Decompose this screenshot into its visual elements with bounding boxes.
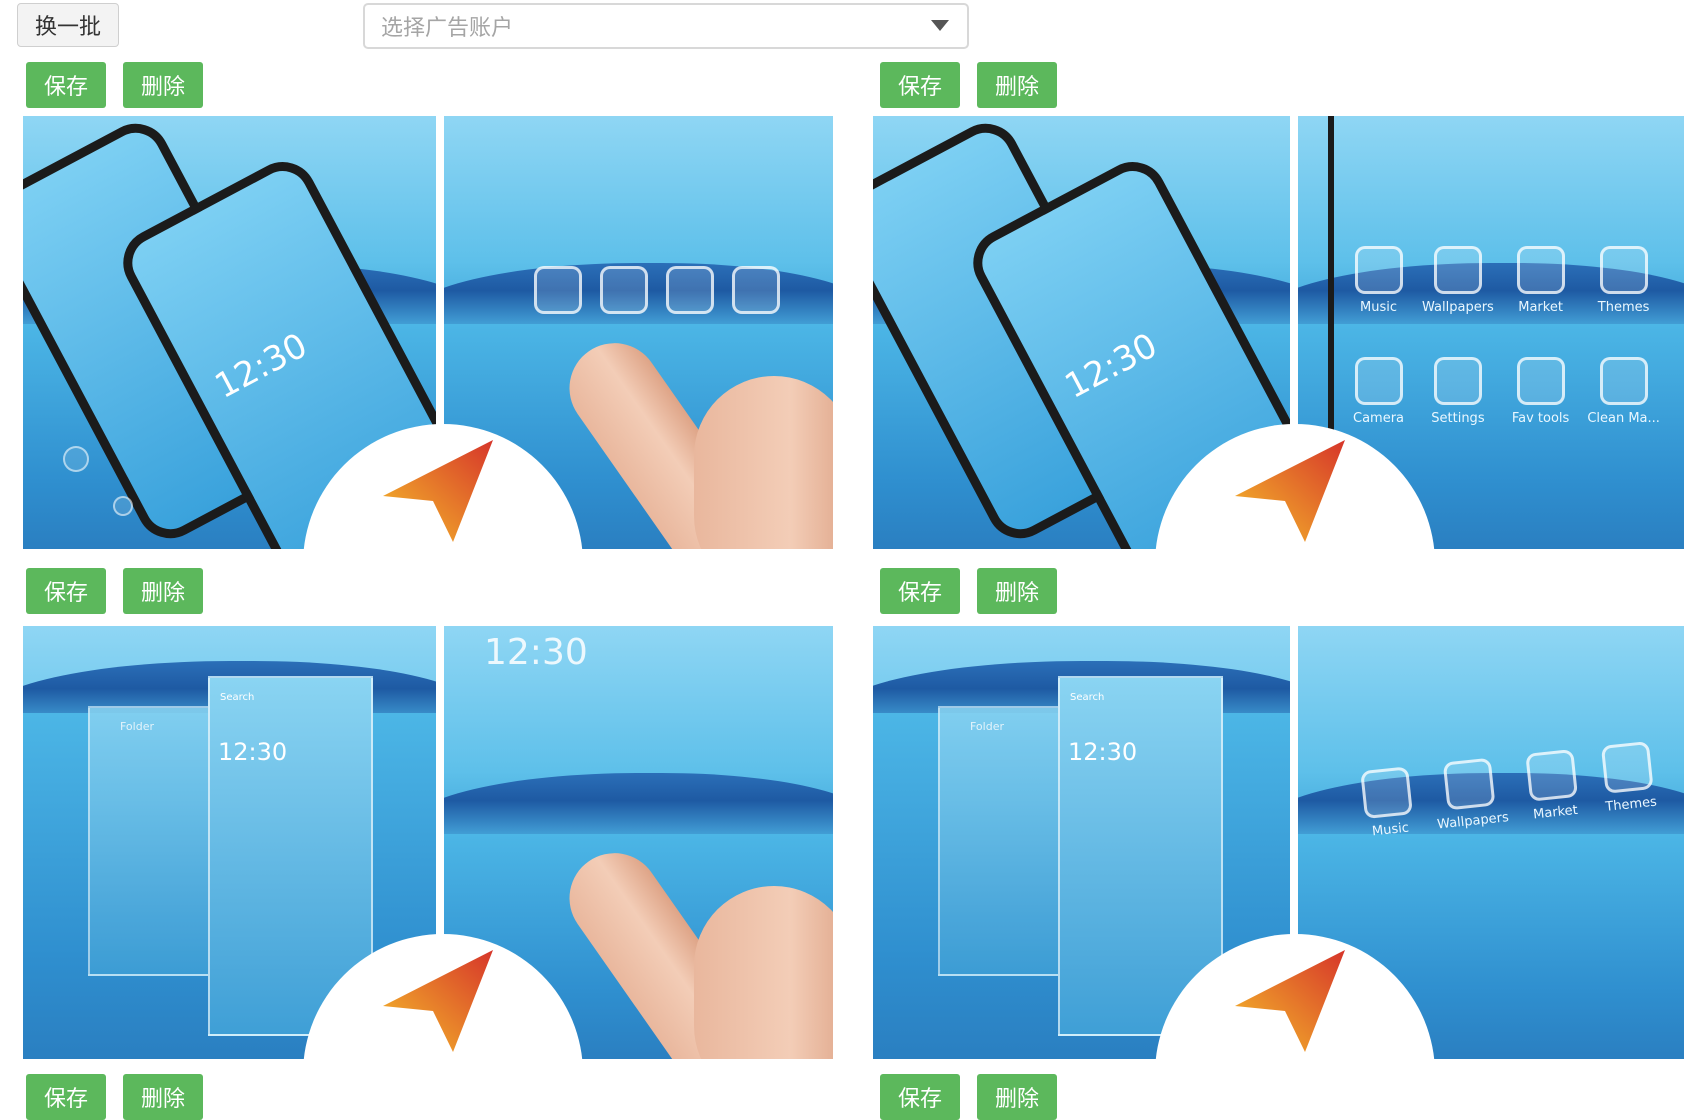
clean-master-icon bbox=[1599, 357, 1648, 405]
refresh-batch-button[interactable]: 换一批 bbox=[17, 3, 119, 47]
ad-card: 保存 删除 Folder Search 12:30 Music Wallpape… bbox=[873, 568, 1690, 1059]
market-icon bbox=[1516, 246, 1565, 294]
icon-label: Themes bbox=[1597, 300, 1650, 315]
market-icon bbox=[666, 266, 714, 314]
wallpapers-icon bbox=[600, 266, 648, 314]
folder-label: Folder bbox=[120, 720, 154, 733]
fav-tools-icon bbox=[1516, 357, 1565, 405]
delete-button[interactable]: 删除 bbox=[977, 1074, 1057, 1120]
wallpapers-icon bbox=[1433, 246, 1482, 294]
themes-icon bbox=[1599, 246, 1648, 294]
delete-button[interactable]: 删除 bbox=[123, 568, 203, 614]
chevron-down-icon bbox=[931, 20, 949, 31]
camera-icon bbox=[1354, 357, 1403, 405]
search-label: Search bbox=[220, 692, 255, 703]
delete-button[interactable]: 删除 bbox=[977, 568, 1057, 614]
themes-icon bbox=[1600, 741, 1654, 794]
save-button[interactable]: 保存 bbox=[26, 1074, 106, 1120]
clock-text: 12:30 bbox=[1068, 738, 1138, 766]
music-icon bbox=[534, 266, 582, 314]
delete-button[interactable]: 删除 bbox=[123, 62, 203, 108]
ad-card: 保存 删除 12:30 Music Wallpapers Market Them… bbox=[873, 62, 1690, 552]
clock-text: 12:30 bbox=[1058, 325, 1164, 407]
ad-account-select[interactable]: 选择广告账户 bbox=[363, 3, 969, 49]
music-icon bbox=[1360, 766, 1413, 820]
icon-label: Clean Ma... bbox=[1587, 411, 1660, 426]
arrow-logo-icon bbox=[1235, 950, 1345, 1052]
wallpapers-icon bbox=[1442, 757, 1496, 811]
save-button[interactable]: 保存 bbox=[880, 62, 960, 108]
glass-icon-grid bbox=[534, 266, 780, 314]
save-button[interactable]: 保存 bbox=[26, 568, 106, 614]
ad-creative-image: Folder Search 12:30 Music Wallpapers Mar… bbox=[873, 626, 1684, 1059]
icon-label: Settings bbox=[1431, 411, 1485, 426]
save-button[interactable]: 保存 bbox=[880, 1074, 960, 1120]
save-button[interactable]: 保存 bbox=[880, 568, 960, 614]
clock-text: 12:30 bbox=[208, 325, 314, 407]
arrow-logo-icon bbox=[383, 440, 493, 542]
folder-screen-mockup: Folder bbox=[938, 706, 1068, 976]
music-icon bbox=[1354, 246, 1403, 294]
delete-button[interactable]: 删除 bbox=[123, 1074, 203, 1120]
icon-label: Wallpapers bbox=[1422, 300, 1494, 315]
save-button[interactable]: 保存 bbox=[26, 62, 106, 108]
market-icon bbox=[1525, 748, 1578, 802]
ad-card: 保存 删除 Folder Search 12:30 12:30 bbox=[23, 568, 836, 1059]
arrow-logo-icon bbox=[383, 950, 493, 1052]
hand-image bbox=[694, 376, 833, 549]
clock-text: 12:30 bbox=[484, 632, 588, 673]
icon-label: Music bbox=[1360, 300, 1398, 315]
ad-account-placeholder: 选择广告账户 bbox=[381, 16, 514, 41]
hand-image bbox=[694, 886, 833, 1059]
folder-label: Folder bbox=[970, 720, 1004, 733]
ad-creative-image: Folder Search 12:30 12:30 bbox=[23, 626, 833, 1059]
top-toolbar: 换一批 选择广告账户 bbox=[0, 0, 1702, 58]
clock-text: 12:30 bbox=[218, 738, 288, 766]
ad-card: 保存 删除 bbox=[26, 1074, 836, 1120]
themes-icon bbox=[732, 266, 780, 314]
arrow-logo-icon bbox=[1235, 440, 1345, 542]
search-label: Search bbox=[1070, 692, 1105, 703]
icon-label: Camera bbox=[1353, 411, 1405, 426]
folder-screen-mockup: Folder bbox=[88, 706, 218, 976]
ad-card: 保存 删除 12:30 bbox=[23, 62, 836, 552]
icon-label: Fav tools bbox=[1511, 411, 1570, 426]
ad-creative-image: 12:30 bbox=[23, 116, 833, 549]
ad-card: 保存 删除 bbox=[880, 1074, 1690, 1120]
ad-creative-image: 12:30 Music Wallpapers Market Themes Cam… bbox=[873, 116, 1684, 549]
delete-button[interactable]: 删除 bbox=[977, 62, 1057, 108]
homescreen-icon-grid: Music Wallpapers Market Themes Camera Se… bbox=[1353, 246, 1660, 426]
settings-icon bbox=[1433, 357, 1482, 405]
icon-label: Market bbox=[1518, 300, 1563, 315]
